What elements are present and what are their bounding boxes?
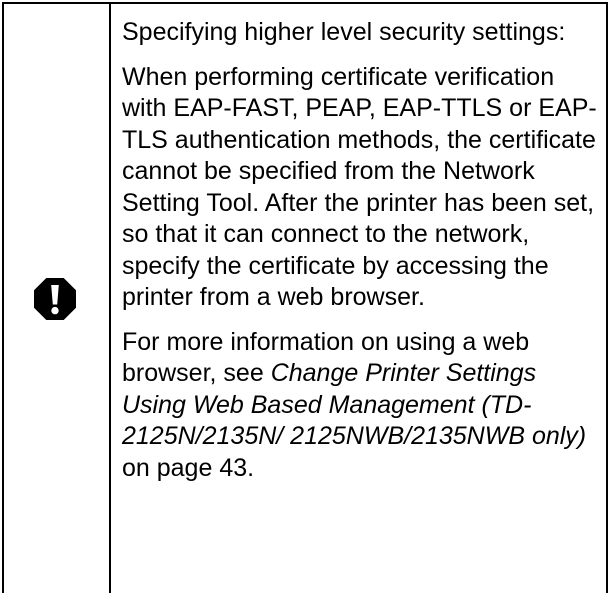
note-body: When performing certificate verification…: [122, 62, 597, 312]
important-note-box: Specifying higher level security setting…: [2, 2, 608, 593]
note-icon-cell: [4, 4, 109, 593]
exclamation-icon: [34, 278, 76, 320]
note-heading: Specifying higher level security setting…: [122, 18, 566, 46]
note-more-info: For more information on using a web brow…: [122, 327, 602, 485]
more-info-suffix: on page 43.: [122, 453, 255, 482]
column-divider: [109, 4, 111, 593]
note-text: Specifying higher level security setting…: [122, 17, 602, 497]
